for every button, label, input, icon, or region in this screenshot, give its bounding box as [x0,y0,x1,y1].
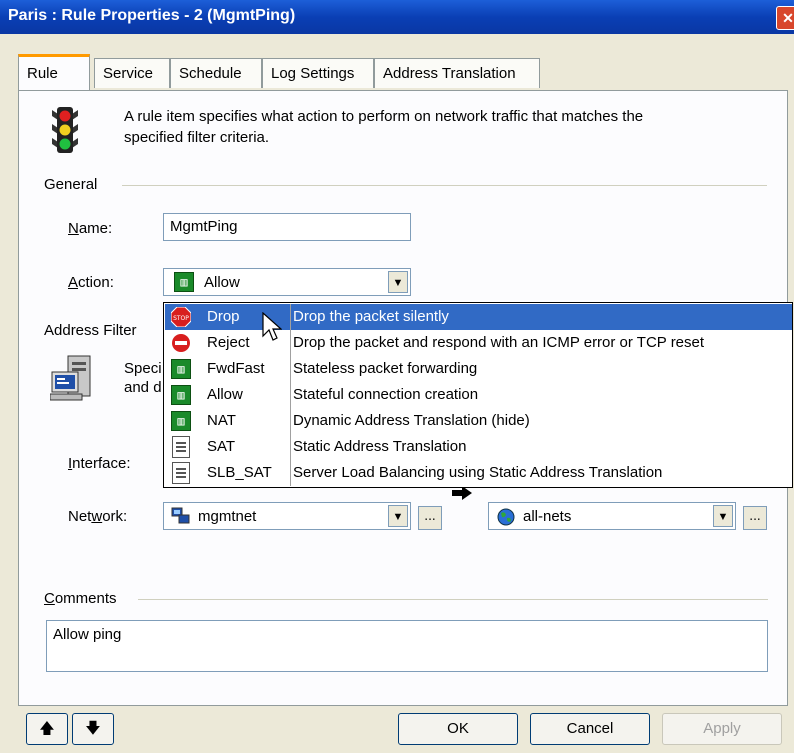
rule-description-line1: A rule item specifies what action to per… [124,108,644,125]
tab-log-settings[interactable]: Log Settings [262,58,374,88]
source-network-value: mgmtnet [198,508,257,525]
dropdown-option-fwdfast[interactable]: ▥ FwdFast Stateless packet forwarding [165,356,792,382]
ok-button[interactable]: OK [398,713,518,745]
action-label: Action: [68,274,114,291]
cancel-button[interactable]: Cancel [530,713,650,745]
stop-icon: STOP [170,306,192,328]
mouse-cursor-icon [262,311,283,342]
dropdown-option-reject[interactable]: Reject Drop the packet and respond with … [165,330,792,356]
interface-label: Interface: [68,455,131,472]
comments-heading: Comments [44,590,117,607]
green-grid-icon: ▥ [171,411,191,431]
title-bar: Paris : Rule Properties - 2 (MgmtPing) ✕ [0,0,794,34]
address-filter-heading: Address Filter [44,322,137,339]
action-select-value: Allow [204,274,240,291]
option-name: Allow [207,386,243,403]
globe-icon [497,508,515,526]
svg-text:STOP: STOP [173,315,189,322]
dropdown-option-allow[interactable]: ▥ Allow Stateful connection creation [165,382,792,408]
option-name: FwdFast [207,360,265,377]
tab-schedule[interactable]: Schedule [170,58,262,88]
source-network-browse-button[interactable]: ... [418,506,442,530]
name-label: Name: [68,220,113,237]
address-filter-desc-1: Speci [124,360,162,377]
green-grid-icon: ▥ [171,359,191,379]
allow-icon: ▥ [174,272,194,292]
move-down-button[interactable]: 🡇 [72,713,114,745]
comments-textarea[interactable]: Allow ping [46,620,768,672]
action-select[interactable]: ▥ Allow ▼ [163,268,411,296]
dropdown-option-drop[interactable]: STOP Drop Drop the packet silently [165,304,792,330]
dropdown-option-slb-sat[interactable]: SLB_SAT Server Load Balancing using Stat… [165,460,792,486]
option-description: Drop the packet and respond with an ICMP… [293,334,705,351]
move-up-button[interactable]: 🡅 [26,713,68,745]
no-entry-icon [171,333,191,353]
apply-button[interactable]: Apply [662,713,782,745]
name-field[interactable]: MgmtPing [163,213,411,241]
chevron-down-icon[interactable]: ▼ [388,271,408,293]
general-group-heading: General [44,176,98,193]
destination-network-value: all-nets [523,508,572,525]
green-grid-icon: ▥ [171,385,191,405]
computer-icon [49,354,100,402]
option-name: SAT [207,438,236,455]
option-description: Static Address Translation [293,438,467,455]
tab-address-translation[interactable]: Address Translation [374,58,540,88]
general-group-divider [122,185,767,186]
option-description: Server Load Balancing using Static Addre… [293,464,663,481]
chevron-down-icon[interactable]: ▼ [713,505,733,527]
action-dropdown-list: STOP Drop Drop the packet silently Rejec… [163,302,793,488]
tab-rule[interactable]: Rule [18,54,90,90]
address-filter-desc-2: and d [124,379,162,396]
tab-service[interactable]: Service [94,58,170,88]
arrow-right-icon [452,486,472,500]
network-label: Network: [68,508,128,525]
option-name: SLB_SAT [207,464,272,481]
document-icon [172,462,190,484]
option-name: Drop [207,308,240,325]
chevron-down-icon[interactable]: ▼ [388,505,408,527]
document-icon [172,436,190,458]
close-button[interactable]: ✕ [776,6,794,30]
network-icon [171,507,191,525]
option-name: NAT [207,412,236,429]
destination-network-browse-button[interactable]: ... [743,506,767,530]
option-description: Dynamic Address Translation (hide) [293,412,530,429]
option-description: Stateful connection creation [293,386,479,403]
destination-network-select[interactable]: all-nets ▼ [488,502,736,530]
dropdown-option-sat[interactable]: SAT Static Address Translation [165,434,792,460]
option-description: Drop the packet silently [293,308,449,325]
option-name: Reject [207,334,250,351]
traffic-light-icon [50,106,80,154]
comments-group-divider [138,599,768,600]
window-title: Paris : Rule Properties - 2 (MgmtPing) [8,7,296,24]
option-description: Stateless packet forwarding [293,360,478,377]
rule-description-line2: specified filter criteria. [124,129,270,146]
source-network-select[interactable]: mgmtnet ▼ [163,502,411,530]
dropdown-option-nat[interactable]: ▥ NAT Dynamic Address Translation (hide) [165,408,792,434]
